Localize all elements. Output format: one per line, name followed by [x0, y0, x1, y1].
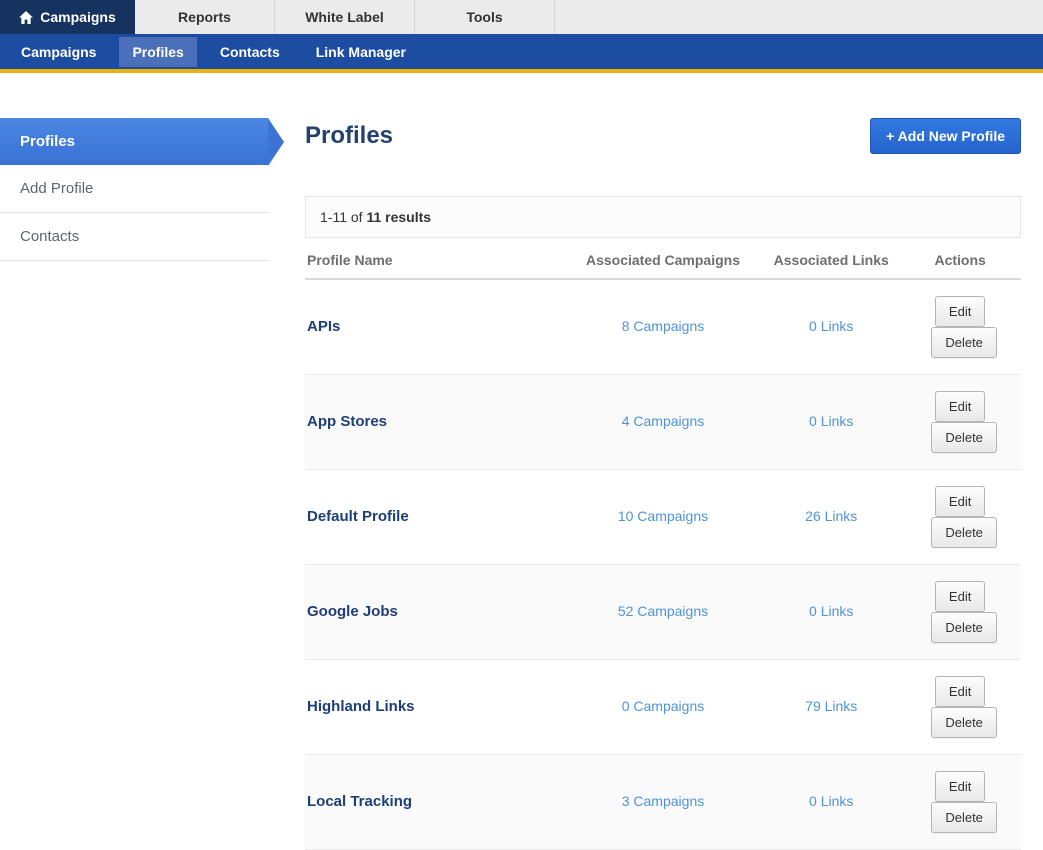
page-title: Profiles [305, 122, 393, 150]
table-row: Local Tracking 3 Campaigns 0 Links Edit … [305, 755, 1021, 850]
links-link[interactable]: 0 Links [809, 318, 853, 334]
campaigns-link[interactable]: 10 Campaigns [618, 508, 708, 524]
links-link[interactable]: 79 Links [805, 698, 857, 714]
campaigns-link[interactable]: 3 Campaigns [622, 793, 705, 809]
cell-profile-name: Local Tracking [305, 755, 563, 850]
campaigns-link[interactable]: 52 Campaigns [618, 603, 708, 619]
delete-button[interactable]: Delete [931, 327, 997, 358]
top-tab-tools[interactable]: Tools [415, 0, 555, 34]
cell-campaigns: 4 Campaigns [563, 375, 763, 470]
home-icon [19, 11, 33, 24]
main-panel: Profiles + Add New Profile 1-11 of 11 re… [268, 118, 1043, 850]
sidebar-item-label: Profiles [20, 133, 75, 150]
col-profile-name: Profile Name [305, 238, 563, 279]
table-row: APIs 8 Campaigns 0 Links Edit Delete [305, 279, 1021, 375]
app-window: Campaigns Reports White Label Tools Camp… [0, 0, 1043, 850]
results-bold: 11 results [366, 209, 431, 225]
top-nav-filler [555, 0, 1043, 34]
campaigns-link[interactable]: 8 Campaigns [622, 318, 705, 334]
campaigns-link[interactable]: 0 Campaigns [622, 698, 705, 714]
cell-links: 26 Links [763, 470, 899, 565]
table-row: Default Profile 10 Campaigns 26 Links Ed… [305, 470, 1021, 565]
delete-button[interactable]: Delete [931, 612, 997, 643]
cell-actions: Edit Delete [899, 565, 1021, 660]
delete-button[interactable]: Delete [931, 707, 997, 738]
cell-profile-name: App Stores [305, 375, 563, 470]
cell-profile-name: Default Profile [305, 470, 563, 565]
main-header: Profiles + Add New Profile [305, 118, 1021, 154]
campaigns-link[interactable]: 4 Campaigns [622, 413, 705, 429]
edit-button[interactable]: Edit [935, 391, 985, 422]
cell-profile-name: Google Jobs [305, 565, 563, 660]
sidebar-item-label: Add Profile [20, 180, 93, 197]
cell-campaigns: 3 Campaigns [563, 755, 763, 850]
top-tab-label: Campaigns [40, 9, 115, 25]
edit-button[interactable]: Edit [935, 581, 985, 612]
cell-campaigns: 52 Campaigns [563, 565, 763, 660]
subnav-item-campaigns[interactable]: Campaigns [8, 37, 109, 67]
cell-links: 0 Links [763, 565, 899, 660]
profile-name-link[interactable]: App Stores [307, 413, 387, 430]
profile-name-link[interactable]: Local Tracking [307, 793, 412, 810]
results-count: 1-11 of 11 results [305, 196, 1021, 238]
cell-actions: Edit Delete [899, 375, 1021, 470]
table-header-row: Profile Name Associated Campaigns Associ… [305, 238, 1021, 279]
subnav-item-link-manager[interactable]: Link Manager [303, 37, 419, 67]
table-row: Google Jobs 52 Campaigns 0 Links Edit De… [305, 565, 1021, 660]
cell-actions: Edit Delete [899, 470, 1021, 565]
links-link[interactable]: 0 Links [809, 603, 853, 619]
col-associated-links: Associated Links [763, 238, 899, 279]
cell-links: 0 Links [763, 279, 899, 375]
links-link[interactable]: 0 Links [809, 793, 853, 809]
profiles-table: Profile Name Associated Campaigns Associ… [305, 238, 1021, 850]
top-tab-white-label[interactable]: White Label [275, 0, 415, 34]
col-actions: Actions [899, 238, 1021, 279]
content-area: Profiles Add Profile Contacts Profiles +… [0, 73, 1043, 850]
links-link[interactable]: 0 Links [809, 413, 853, 429]
top-tab-label: White Label [305, 9, 384, 25]
edit-button[interactable]: Edit [935, 676, 985, 707]
top-tab-label: Reports [178, 9, 231, 25]
cell-actions: Edit Delete [899, 279, 1021, 375]
cell-profile-name: Highland Links [305, 660, 563, 755]
table-row: Highland Links 0 Campaigns 79 Links Edit… [305, 660, 1021, 755]
links-link[interactable]: 26 Links [805, 508, 857, 524]
cell-profile-name: APIs [305, 279, 563, 375]
results-prefix: 1-11 of [320, 209, 366, 225]
cell-actions: Edit Delete [899, 660, 1021, 755]
cell-links: 0 Links [763, 375, 899, 470]
delete-button[interactable]: Delete [931, 802, 997, 833]
sub-nav: Campaigns Profiles Contacts Link Manager [0, 34, 1043, 69]
sidebar: Profiles Add Profile Contacts [0, 118, 268, 850]
delete-button[interactable]: Delete [931, 422, 997, 453]
top-tab-reports[interactable]: Reports [135, 0, 275, 34]
cell-links: 79 Links [763, 660, 899, 755]
cell-actions: Edit Delete [899, 755, 1021, 850]
table-row: App Stores 4 Campaigns 0 Links Edit Dele… [305, 375, 1021, 470]
subnav-item-contacts[interactable]: Contacts [207, 37, 293, 67]
cell-campaigns: 0 Campaigns [563, 660, 763, 755]
sidebar-item-label: Contacts [20, 228, 79, 245]
profile-name-link[interactable]: Google Jobs [307, 603, 398, 620]
subnav-item-profiles[interactable]: Profiles [119, 37, 196, 67]
top-tab-campaigns[interactable]: Campaigns [0, 0, 135, 34]
sidebar-item-profiles[interactable]: Profiles [0, 118, 268, 165]
profiles-table-body: APIs 8 Campaigns 0 Links Edit Delete [305, 279, 1021, 850]
cell-campaigns: 10 Campaigns [563, 470, 763, 565]
cell-links: 0 Links [763, 755, 899, 850]
col-associated-campaigns: Associated Campaigns [563, 238, 763, 279]
sidebar-item-contacts[interactable]: Contacts [0, 213, 268, 261]
edit-button[interactable]: Edit [935, 771, 985, 802]
edit-button[interactable]: Edit [935, 296, 985, 327]
delete-button[interactable]: Delete [931, 517, 997, 548]
profile-name-link[interactable]: APIs [307, 318, 340, 335]
top-tab-label: Tools [466, 9, 502, 25]
profile-name-link[interactable]: Default Profile [307, 508, 409, 525]
profile-name-link[interactable]: Highland Links [307, 698, 415, 715]
cell-campaigns: 8 Campaigns [563, 279, 763, 375]
add-new-profile-button[interactable]: + Add New Profile [870, 118, 1021, 154]
edit-button[interactable]: Edit [935, 486, 985, 517]
sidebar-item-add-profile[interactable]: Add Profile [0, 165, 268, 213]
top-nav: Campaigns Reports White Label Tools [0, 0, 1043, 34]
